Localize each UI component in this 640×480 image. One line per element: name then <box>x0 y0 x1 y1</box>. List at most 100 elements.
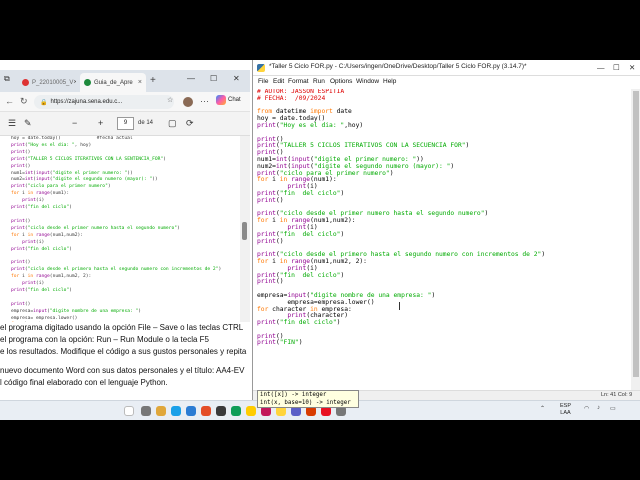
close-window-icon[interactable]: ✕ <box>233 74 240 83</box>
instruction-line: nuevo documento Word con sus datos perso… <box>0 366 245 375</box>
code-line: print("ciclo para el primer numero") <box>11 184 111 190</box>
code-line: print() <box>11 218 31 224</box>
more-icon[interactable]: ⋯ <box>200 96 209 107</box>
pdf-scrollbar[interactable] <box>240 136 250 322</box>
menu-window[interactable]: Window <box>356 78 379 85</box>
code-line: print() <box>11 163 31 169</box>
code-line: num1=int(input("digite el primer numero:… <box>11 170 133 176</box>
back-arrow-icon[interactable]: ← <box>5 96 14 106</box>
star-icon[interactable]: ☆ <box>167 96 173 104</box>
document-favicon-icon <box>84 79 91 86</box>
keyboard-layout: LAA <box>560 410 571 416</box>
pdf-code-text: hoy = date.today() #fecha actual print("… <box>0 136 240 322</box>
close-window-icon[interactable]: ✕ <box>629 63 635 72</box>
menu-bar: File Edit Format Run Options Window Help <box>253 76 640 89</box>
volume-icon[interactable]: ♪ <box>597 405 600 411</box>
menu-options[interactable]: Options <box>330 78 352 85</box>
code-line: num2=int(input("digite el segundo numero… <box>11 177 158 183</box>
editor-scrollbar[interactable] <box>631 89 640 390</box>
minimize-icon[interactable]: — <box>597 63 605 72</box>
code-line: print("TALLER 5 CICLOS ITERATIVOS CON LA… <box>11 156 166 162</box>
code-line: print("TALLER 5 CICLOS ITERATIVOS CON LA… <box>257 142 470 150</box>
page-number-input[interactable]: 9 <box>117 117 134 130</box>
avatar[interactable] <box>183 97 193 107</box>
code-line: print(i) <box>22 239 45 245</box>
address-bar: ← ↻ 🔒 https://zajuna.sena.edu.c... ☆ ⋯ C… <box>0 92 250 112</box>
chat-label: Chat <box>228 97 241 103</box>
code-line: for i in range(num1,num2): <box>11 232 83 238</box>
code-line: empresa=input("digite nombre de una empr… <box>11 308 142 314</box>
code-line: print("fin del ciclo") <box>11 246 72 252</box>
battery-icon[interactable]: ▭ <box>610 405 616 412</box>
menu-run[interactable]: Run <box>313 78 325 85</box>
desktop-screen: ⧉ P_22010005_V × Guia_de_Apre × + — ☐ ✕ … <box>0 60 640 420</box>
code-line: print("ciclo desde el primer numero hast… <box>11 225 180 231</box>
scrollbar-thumb[interactable] <box>242 222 247 240</box>
terminal-icon[interactable] <box>216 406 226 416</box>
excel-icon[interactable] <box>231 406 241 416</box>
code-line: for i in range(num1,num2, 2): <box>11 274 92 280</box>
code-line: print() <box>11 149 31 155</box>
tab-label: Guia_de_Apre <box>94 79 133 86</box>
calltip-line: int(x, base=10) -> integer <box>260 400 351 406</box>
maximize-icon[interactable]: ☐ <box>613 63 620 72</box>
menu-file[interactable]: File <box>258 78 268 85</box>
zoom-out-icon[interactable]: − <box>72 118 77 128</box>
code-line: print("fin del ciclo") <box>11 205 72 211</box>
chat-button[interactable]: Chat <box>216 95 241 105</box>
code-line: print("FIN") <box>257 339 303 347</box>
tab-inactive[interactable]: P_22010005_V × <box>18 73 76 92</box>
code-editor[interactable]: # AUTOR: JASSON ESPITIA # FECHA: /09/202… <box>253 89 631 390</box>
code-line: for i in range(num1): <box>11 191 70 197</box>
editor-code-text[interactable]: # AUTOR: JASSON ESPITIA # FECHA: /09/202… <box>253 89 631 347</box>
tab-label: P_22010005_V <box>32 79 74 86</box>
scrollbar-thumb[interactable] <box>633 91 639 377</box>
minimize-icon[interactable]: — <box>187 74 195 83</box>
rotate-icon[interactable]: ⟳ <box>186 118 194 129</box>
close-icon[interactable]: × <box>138 79 142 86</box>
code-line: print("ciclo desde el primero hasta el s… <box>11 267 222 273</box>
reload-icon[interactable]: ↻ <box>20 96 28 107</box>
edge-icon[interactable] <box>171 406 181 416</box>
tab-actions-icon[interactable]: ⧉ <box>4 74 10 84</box>
code-line: print() <box>257 237 284 245</box>
pdf-favicon-icon <box>22 79 29 86</box>
search-icon[interactable] <box>141 406 151 416</box>
instruction-line: e los resultados. Modifique el código a … <box>0 347 247 356</box>
tray-chevron-icon[interactable]: ⌃ <box>540 405 545 412</box>
code-line: print(i) <box>22 281 45 287</box>
url-text: https://zajuna.sena.edu.c... <box>50 99 123 105</box>
draw-icon[interactable]: ✎ <box>24 118 32 129</box>
lock-icon: 🔒 <box>40 99 48 106</box>
windows-start-icon[interactable] <box>124 406 134 416</box>
idle-titlebar: *Taller 5 Ciclo FOR.py - C:/Users/ingen/… <box>253 60 640 76</box>
menu-help[interactable]: Help <box>383 78 396 85</box>
python-icon <box>257 64 265 72</box>
fit-page-icon[interactable]: ▢ <box>168 118 177 129</box>
instruction-line: el programa digitado usando la opción Fi… <box>0 323 244 332</box>
browser-tabbar: ⧉ P_22010005_V × Guia_de_Apre × + — ☐ ✕ <box>0 70 250 92</box>
url-input[interactable]: 🔒 https://zajuna.sena.edu.c... <box>34 95 174 109</box>
text-cursor <box>399 302 400 310</box>
maximize-icon[interactable]: ☐ <box>210 74 217 83</box>
word-icon[interactable] <box>186 406 196 416</box>
calltip-line: int([x]) -> integer <box>260 392 327 398</box>
instruction-line: el programa con la opción: Run – Run Mod… <box>0 335 210 344</box>
menu-format[interactable]: Format <box>288 78 309 85</box>
list-icon[interactable]: ☰ <box>8 118 16 129</box>
code-line: print() <box>11 260 31 266</box>
code-line: print("fin del ciclo") <box>11 287 72 293</box>
office-icon[interactable] <box>201 406 211 416</box>
zoom-in-icon[interactable]: + <box>98 118 103 128</box>
language-indicator[interactable]: ESP LAA <box>560 403 571 417</box>
code-line: print("Hoy es el dia: ",hoy) <box>257 121 364 129</box>
chrome-icon[interactable] <box>246 406 256 416</box>
menu-edit[interactable]: Edit <box>273 78 284 85</box>
code-line: print() <box>11 301 31 307</box>
new-tab-icon[interactable]: + <box>150 75 156 86</box>
close-icon[interactable]: × <box>73 79 76 86</box>
file-explorer-icon[interactable] <box>156 406 166 416</box>
wifi-icon[interactable]: ◠ <box>584 405 589 412</box>
tab-active[interactable]: Guia_de_Apre × <box>80 73 146 92</box>
copilot-icon <box>216 95 226 105</box>
